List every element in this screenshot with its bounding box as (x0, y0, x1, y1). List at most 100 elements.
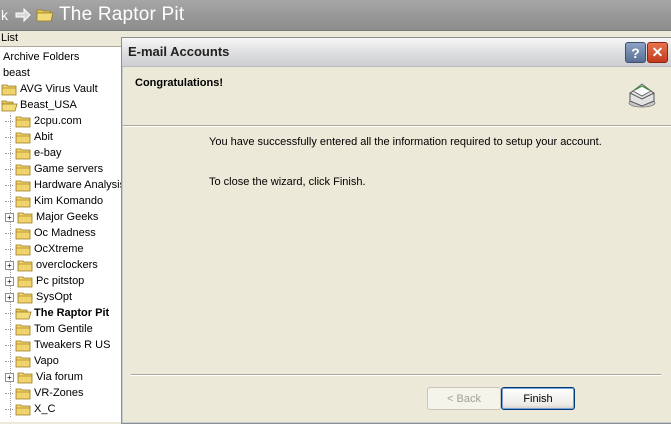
tree-connector-line (5, 392, 13, 394)
success-message: You have successfully entered all the in… (209, 136, 602, 148)
folder-icon (15, 243, 32, 256)
folder-tree-item[interactable]: X_C (5, 401, 57, 417)
back-text-fragment[interactable]: k (1, 7, 8, 23)
folder-tree-item[interactable]: Tom Gentile (5, 321, 95, 337)
folder-tree-item[interactable]: + SysOpt (5, 289, 74, 305)
folder-icon (17, 259, 34, 272)
tree-connector-line (5, 328, 13, 330)
folder-title-bar: k The Raptor Pit (0, 0, 671, 31)
tree-connector-line (5, 120, 13, 122)
folder-label: Abit (34, 131, 53, 143)
tree-connector-line (5, 136, 13, 138)
folder-label: e-bay (34, 147, 62, 159)
tree-connector-line (5, 312, 13, 314)
tree-connector-line (5, 200, 13, 202)
tree-connector-line (5, 184, 13, 186)
footer-separator (131, 374, 661, 376)
wizard-body: You have successfully entered all the in… (123, 127, 671, 372)
folder-tree-item[interactable]: Beast_USA (1, 97, 79, 113)
folder-label: Pc pitstop (36, 275, 85, 287)
folder-tree-item[interactable]: Vapo (5, 353, 61, 369)
folder-tree-item[interactable]: Oc Madness (5, 225, 98, 241)
tree-connector-line (5, 360, 13, 362)
folder-label: 2cpu.com (34, 115, 82, 127)
expand-icon[interactable]: + (5, 260, 14, 270)
folder-tree-item[interactable]: Hardware Analysis (5, 177, 122, 193)
folder-open-icon (1, 99, 18, 112)
folder-label: AVG Virus Vault (20, 83, 98, 95)
folder-icon (15, 131, 32, 144)
folder-label: Beast_USA (20, 99, 77, 111)
folder-label: SysOpt (36, 291, 73, 303)
mail-icon (628, 83, 656, 108)
folder-label: X_C (34, 403, 56, 415)
folder-title: The Raptor Pit (59, 4, 185, 25)
expand-icon[interactable]: + (5, 292, 14, 302)
email-accounts-dialog: E-mail Accounts ? ✕ Congratulations! You… (121, 37, 671, 424)
folder-label: Via forum (36, 371, 83, 383)
wizard-header: Congratulations! (123, 67, 671, 125)
folder-tree-item[interactable]: Game servers (5, 161, 105, 177)
folder-icon (15, 163, 32, 176)
folder-icon (17, 275, 34, 288)
folder-label: Tom Gentile (34, 323, 93, 335)
folder-icon (15, 115, 32, 128)
folder-open-icon (36, 9, 54, 22)
folder-icon (15, 195, 32, 208)
folder-icon (15, 403, 32, 416)
folder-tree-item[interactable]: VR-Zones (5, 385, 86, 401)
folder-icon (15, 323, 32, 336)
folder-label: The Raptor Pit (34, 307, 110, 319)
folder-label: beast (3, 67, 30, 79)
folder-icon (15, 355, 32, 368)
folder-tree-item[interactable]: beast (1, 65, 32, 81)
folder-icon (15, 387, 32, 400)
expand-icon[interactable]: + (5, 372, 14, 382)
folder-tree-item[interactable]: + overclockers (5, 257, 100, 273)
folder-tree-item[interactable]: Abit (5, 129, 55, 145)
folder-icon (15, 179, 32, 192)
folder-label: Game servers (34, 163, 104, 175)
folder-tree-item[interactable]: Tweakers R US (5, 337, 112, 353)
folder-tree-item[interactable]: + Major Geeks (5, 209, 100, 225)
dialog-title: E-mail Accounts (128, 44, 230, 59)
folder-icon (17, 371, 34, 384)
folder-label: Tweakers R US (34, 339, 111, 351)
expand-icon[interactable]: + (5, 212, 14, 222)
folder-tree-item[interactable]: e-bay (5, 145, 64, 161)
folder-tree-item[interactable]: + Via forum (5, 369, 85, 385)
folder-tree-item[interactable]: The Raptor Pit (5, 305, 111, 321)
folder-label: Hardware Analysis (34, 179, 122, 191)
folder-tree-item[interactable]: AVG Virus Vault (1, 81, 100, 97)
tree-connector-line (5, 152, 13, 154)
folder-icon (15, 339, 32, 352)
dialog-titlebar[interactable]: E-mail Accounts ? ✕ (122, 38, 671, 67)
tree-connector-line (5, 408, 13, 410)
forward-arrow-icon[interactable] (15, 8, 31, 22)
folder-tree-item[interactable]: 2cpu.com (5, 113, 84, 129)
folder-label: Vapo (34, 355, 59, 367)
tree-connector-line (5, 232, 13, 234)
folder-tree-item[interactable]: + Pc pitstop (5, 273, 86, 289)
folder-tree-item[interactable]: Archive Folders (1, 49, 81, 65)
folder-label: Archive Folders (3, 51, 80, 63)
tree-connector-line (5, 248, 13, 250)
folder-tree-item[interactable]: OcXtreme (5, 241, 86, 257)
folder-label: overclockers (36, 259, 98, 271)
folder-label: VR-Zones (34, 387, 84, 399)
expand-icon[interactable]: + (5, 276, 14, 286)
folder-label: Kim Komando (34, 195, 104, 207)
folder-label: OcXtreme (34, 243, 84, 255)
close-button[interactable]: ✕ (647, 42, 668, 63)
finish-button[interactable]: Finish (501, 387, 575, 410)
folder-icon (1, 83, 18, 96)
help-button[interactable]: ? (625, 42, 646, 63)
folder-list-pane: List Archive Folders beast AVG Virus Vault… (0, 31, 122, 422)
folder-label: Oc Madness (34, 227, 96, 239)
folder-icon (15, 227, 32, 240)
back-button[interactable]: < Back (427, 387, 501, 410)
folder-list-header[interactable]: List (0, 31, 122, 47)
folder-tree-item[interactable]: Kim Komando (5, 193, 105, 209)
folder-icon (15, 147, 32, 160)
tree-connector-line (5, 344, 13, 346)
